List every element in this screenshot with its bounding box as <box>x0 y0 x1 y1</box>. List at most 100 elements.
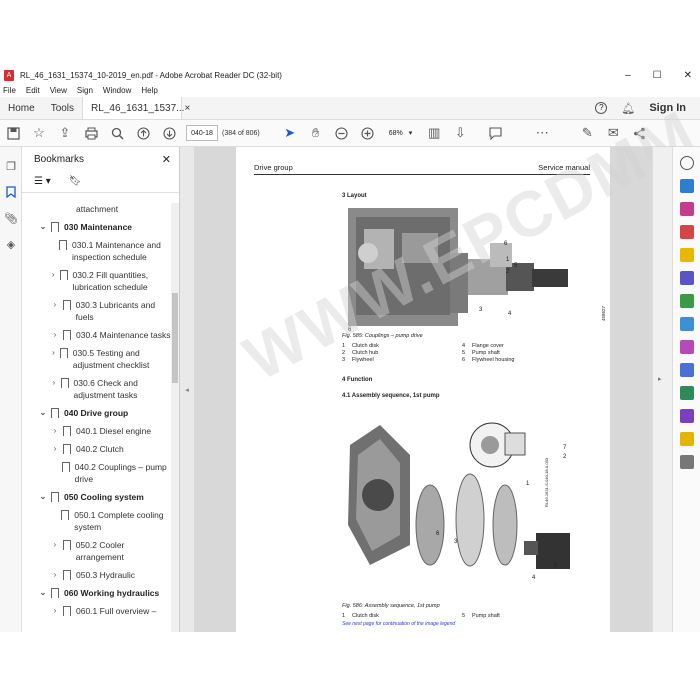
page-down-icon[interactable] <box>161 125 177 141</box>
bookmarks-panel-icon[interactable] <box>4 185 18 199</box>
figure-assembly-sequence <box>348 422 570 569</box>
print-icon[interactable] <box>83 125 99 141</box>
left-nav-rail: ❐ 📎︎ ◈ <box>0 147 22 632</box>
zoom-out-icon[interactable] <box>334 125 350 141</box>
collapse-panel-handle[interactable]: ◂ <box>180 147 194 632</box>
chevron-right-icon[interactable]: › <box>50 425 60 437</box>
close-button[interactable]: ✕ <box>684 70 692 81</box>
upload-cloud-icon[interactable]: ⇪ <box>57 125 73 141</box>
bookmark-item[interactable]: 040.2 Couplings – pump drive <box>22 458 172 488</box>
scan-ocr-icon[interactable] <box>679 317 694 331</box>
bookmark-icon <box>60 378 69 388</box>
stamp-icon[interactable] <box>679 432 694 446</box>
chevron-right-icon[interactable]: › <box>50 539 60 551</box>
chevron-down-icon[interactable]: ⌄ <box>38 491 48 503</box>
page-layout-icon[interactable]: ▥ <box>426 125 442 141</box>
export-pdf-icon[interactable] <box>679 179 694 193</box>
comment-tool-icon[interactable] <box>679 248 694 262</box>
protect-icon[interactable] <box>679 363 694 377</box>
page-thumbnails-icon[interactable]: ❐ <box>4 159 18 173</box>
edit-pdf-icon[interactable] <box>679 225 694 239</box>
new-bookmark-icon[interactable]: 🔖︎ <box>69 176 82 187</box>
document-scrollbar[interactable]: ▸ <box>652 147 672 632</box>
zoom-in-icon[interactable] <box>360 125 376 141</box>
bookmark-item[interactable]: ⌄ 040 Drive group <box>22 404 172 422</box>
bookmark-item[interactable]: › 030.4 Maintenance tasks <box>22 326 172 344</box>
sign-in-button[interactable]: Sign In <box>649 102 686 114</box>
prepare-form-icon[interactable] <box>679 386 694 400</box>
page-up-icon[interactable] <box>135 125 151 141</box>
create-pdf-icon[interactable] <box>679 202 694 216</box>
organize-pages-icon[interactable] <box>679 294 694 308</box>
zoom-tool-icon[interactable] <box>679 156 694 170</box>
scroll-right-arrow-icon[interactable]: ▸ <box>658 375 662 383</box>
hand-tool-icon[interactable]: ✋︎ <box>308 125 324 141</box>
bookmarks-scrollbar[interactable] <box>171 203 179 632</box>
chevron-right-icon[interactable]: › <box>50 329 60 341</box>
chevron-right-icon[interactable]: › <box>50 443 60 455</box>
chevron-down-icon[interactable]: ⌄ <box>38 221 48 233</box>
bookmark-item[interactable]: › 030.5 Testing and adjustment checklist <box>22 344 172 374</box>
bookmark-item[interactable]: ⌄ 030 Maintenance <box>22 218 172 236</box>
send-for-signature-icon[interactable] <box>679 409 694 423</box>
help-icon[interactable]: ? <box>595 102 608 114</box>
zoom-search-icon[interactable] <box>109 125 125 141</box>
tab-tools[interactable]: Tools <box>43 97 82 119</box>
tab-document[interactable]: RL_46_1631_1537... × <box>82 97 190 119</box>
bookmark-item[interactable]: › 050.3 Hydraulic <box>22 566 172 584</box>
scrollbar-thumb[interactable] <box>172 293 178 383</box>
fill-sign-tool-icon[interactable] <box>679 340 694 354</box>
chevron-right-icon[interactable]: › <box>50 569 60 581</box>
menu-file[interactable]: File <box>3 86 16 95</box>
maximize-button[interactable]: ☐ <box>653 70 662 81</box>
scroll-mode-icon[interactable]: ⇩ <box>452 125 468 141</box>
chevron-down-icon[interactable]: ⌄ <box>38 407 48 419</box>
chevron-right-icon[interactable]: › <box>50 377 58 389</box>
menu-window[interactable]: Window <box>103 86 131 95</box>
email-icon[interactable]: ✉ <box>605 125 621 141</box>
bookmark-item[interactable]: attachment <box>22 203 172 218</box>
chevron-right-icon[interactable]: › <box>50 605 60 617</box>
bookmark-item[interactable]: 030.1 Maintenance and inspection schedul… <box>22 236 172 266</box>
share-icon[interactable] <box>631 125 647 141</box>
bookmark-item[interactable]: › 030.3 Lubricants and fuels <box>22 296 172 326</box>
bookmark-item[interactable]: › 060.1 Full overview – <box>22 602 172 620</box>
more-tools-icon[interactable] <box>679 455 694 469</box>
bookmark-item[interactable]: › 030.2 Fill quantities, lubrication sch… <box>22 266 172 296</box>
chevron-down-icon[interactable]: ⌄ <box>38 587 48 599</box>
bookmark-item[interactable]: ⌄ 060 Working hydraulics <box>22 584 172 602</box>
bookmark-item[interactable]: › 040.2 Clutch <box>22 440 172 458</box>
chevron-right-icon[interactable]: › <box>50 299 60 311</box>
bookmark-star-icon[interactable]: ☆ <box>31 125 47 141</box>
title-bar: A RL_46_1631_15374_10-2019_en.pdf - Adob… <box>0 66 700 84</box>
chevron-down-icon: ▾ <box>408 130 413 137</box>
menu-edit[interactable]: Edit <box>26 86 40 95</box>
chevron-right-icon[interactable]: › <box>50 347 57 359</box>
save-icon[interactable] <box>5 125 21 141</box>
select-cursor-icon[interactable]: ➤ <box>282 125 298 141</box>
layers-icon[interactable]: ◈ <box>4 237 18 251</box>
attachments-icon[interactable]: 📎︎ <box>4 211 18 225</box>
combine-files-icon[interactable] <box>679 271 694 285</box>
menu-view[interactable]: View <box>50 86 67 95</box>
minimize-button[interactable]: – <box>625 70 631 81</box>
menu-sign[interactable]: Sign <box>77 86 93 95</box>
more-tools-icon[interactable]: ⋯ <box>534 125 550 141</box>
bookmark-item[interactable]: 050.1 Complete cooling system <box>22 506 172 536</box>
tab-home[interactable]: Home <box>0 97 43 119</box>
document-viewport[interactable]: Drive group Service manual 3 Layout 6 6 … <box>194 147 652 632</box>
bookmark-options-icon[interactable]: ☰ ▾ <box>34 176 51 187</box>
bookmark-item[interactable]: › 050.2 Cooler arrangement <box>22 536 172 566</box>
chevron-right-icon[interactable]: › <box>50 269 57 281</box>
bookmark-item[interactable]: › 030.6 Check and adjustment tasks <box>22 374 172 404</box>
bookmark-item[interactable]: › 040.1 Diesel engine <box>22 422 172 440</box>
fill-sign-icon[interactable]: ✎ <box>579 125 595 141</box>
close-panel-icon[interactable]: ✕ <box>162 153 171 166</box>
notification-bell-icon[interactable]: 🔔︎ <box>621 102 635 115</box>
page-number-input[interactable]: 040-18 <box>186 125 218 141</box>
menu-help[interactable]: Help <box>141 86 157 95</box>
comment-icon[interactable] <box>487 125 503 141</box>
tab-close-icon[interactable]: × <box>184 103 190 114</box>
bookmark-item[interactable]: ⌄ 050 Cooling system <box>22 488 172 506</box>
zoom-dropdown[interactable]: 68% ▾ <box>389 129 413 138</box>
